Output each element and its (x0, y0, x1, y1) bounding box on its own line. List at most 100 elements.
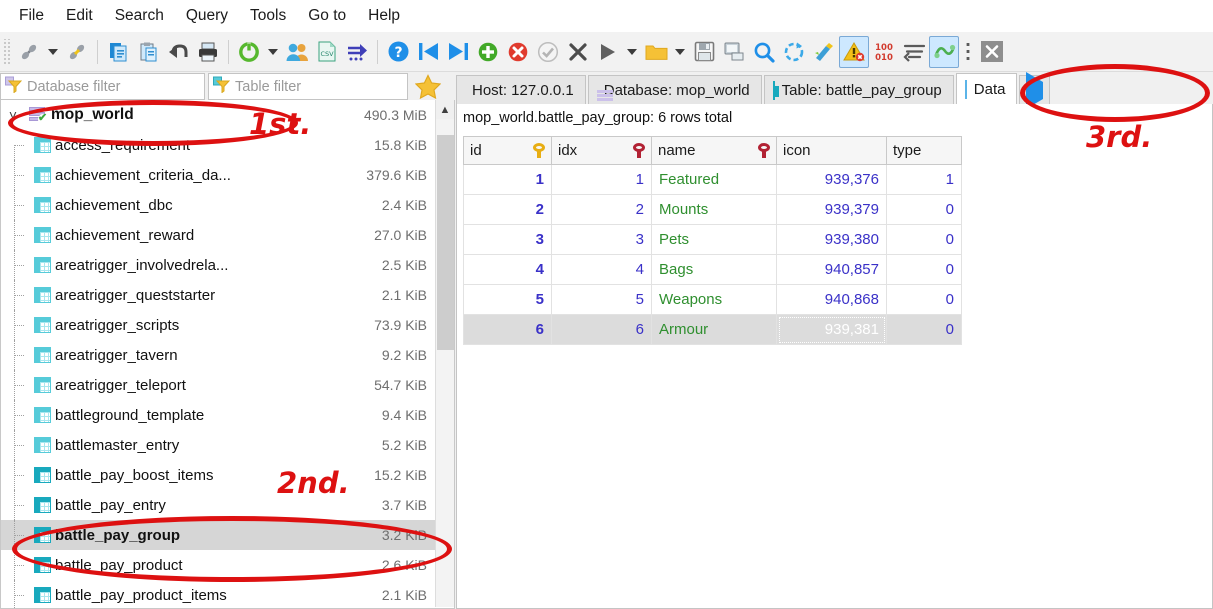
data-grid-row[interactable]: 66Armour939,3810 (464, 315, 962, 345)
connect-icon[interactable] (14, 36, 44, 68)
connect-dropdown-caret[interactable] (44, 36, 62, 68)
tab-data[interactable]: Data (956, 73, 1018, 104)
data-grid-row[interactable]: 55Weapons940,8680 (464, 285, 962, 315)
cell-name[interactable]: Bags (652, 255, 777, 285)
cell-idx[interactable]: 4 (552, 255, 652, 285)
data-grid-row[interactable]: 11Featured939,3761 (464, 165, 962, 195)
execute-dropdown-caret[interactable] (623, 36, 641, 68)
cell-id[interactable]: 2 (464, 195, 552, 225)
next-icon[interactable] (443, 36, 473, 68)
menu-item-help[interactable]: Help (357, 4, 411, 28)
previous-icon[interactable] (413, 36, 443, 68)
cell-icon[interactable]: 939,379 (777, 195, 887, 225)
cell-idx[interactable]: 5 (552, 285, 652, 315)
tree-node-table[interactable]: battle_pay_boost_items15.2 KiB (1, 460, 435, 490)
column-header-idx[interactable]: idx (552, 137, 652, 165)
tree-node-table[interactable]: achievement_reward27.0 KiB (1, 220, 435, 250)
cell-id[interactable]: 5 (464, 285, 552, 315)
open-folder-icon[interactable] (641, 36, 671, 68)
cell-icon[interactable]: 939,381 (777, 315, 887, 345)
tree-scrollbar[interactable]: ▲ (435, 100, 454, 607)
cell-icon[interactable]: 940,868 (777, 285, 887, 315)
cell-id[interactable]: 3 (464, 225, 552, 255)
save-as-icon[interactable] (719, 36, 749, 68)
save-icon[interactable] (689, 36, 719, 68)
tab-host-127-0-0-1[interactable]: Host: 127.0.0.1 (456, 75, 586, 104)
tree-node-table[interactable]: areatrigger_scripts73.9 KiB (1, 310, 435, 340)
cell-type[interactable]: 0 (887, 225, 962, 255)
paste-icon[interactable] (133, 36, 163, 68)
more-options-icon[interactable] (959, 36, 977, 68)
csv-export-icon[interactable]: CSV (312, 36, 342, 68)
cell-name[interactable]: Pets (652, 225, 777, 255)
tab-database-mop-world[interactable]: Database: mop_world (588, 75, 762, 104)
tree-node-table[interactable]: areatrigger_queststarter2.1 KiB (1, 280, 435, 310)
tree-node-table[interactable]: areatrigger_involvedrela...2.5 KiB (1, 250, 435, 280)
menu-item-file[interactable]: File (8, 4, 55, 28)
data-grid-row[interactable]: 44Bags940,8570 (464, 255, 962, 285)
execute-icon[interactable] (593, 36, 623, 68)
cell-name[interactable]: Armour (652, 315, 777, 345)
tab-table-battle-pay-group[interactable]: Table: battle_pay_group (764, 75, 954, 104)
tree-node-table[interactable]: battlemaster_entry5.2 KiB (1, 430, 435, 460)
format-sql-icon[interactable] (809, 36, 839, 68)
scrollbar-thumb[interactable] (437, 135, 454, 350)
apply-changes-icon[interactable] (533, 36, 563, 68)
tree-node-table[interactable]: areatrigger_teleport54.7 KiB (1, 370, 435, 400)
disconnect-icon[interactable] (62, 36, 92, 68)
column-header-name[interactable]: name (652, 137, 777, 165)
menu-item-goto[interactable]: Go to (297, 4, 357, 28)
menu-item-query[interactable]: Query (175, 4, 239, 28)
cell-type[interactable]: 0 (887, 255, 962, 285)
binary-icon[interactable]: 100 010 (869, 36, 899, 68)
replace-icon[interactable] (779, 36, 809, 68)
cancel-changes-icon[interactable] (563, 36, 593, 68)
cell-type[interactable]: 0 (887, 285, 962, 315)
cell-idx[interactable]: 6 (552, 315, 652, 345)
cell-type[interactable]: 0 (887, 315, 962, 345)
close-tab-icon[interactable] (977, 36, 1007, 68)
data-grid[interactable]: ididxnameicontype 11Featured939,376122Mo… (463, 136, 962, 345)
cell-icon[interactable]: 939,380 (777, 225, 887, 255)
data-grid-row[interactable]: 33Pets939,3800 (464, 225, 962, 255)
cell-type[interactable]: 1 (887, 165, 962, 195)
refresh-dropdown-caret[interactable] (264, 36, 282, 68)
column-header-type[interactable]: type (887, 137, 962, 165)
tree-node-table[interactable]: achievement_dbc2.4 KiB (1, 190, 435, 220)
users-icon[interactable] (282, 36, 312, 68)
sql-help-icon[interactable] (929, 36, 959, 68)
delete-row-icon[interactable] (503, 36, 533, 68)
tree-node-table[interactable]: areatrigger_tavern9.2 KiB (1, 340, 435, 370)
menu-item-edit[interactable]: Edit (55, 4, 104, 28)
find-icon[interactable] (749, 36, 779, 68)
data-grid-row[interactable]: 22Mounts939,3790 (464, 195, 962, 225)
cell-idx[interactable]: 2 (552, 195, 652, 225)
help-icon[interactable]: ? (383, 36, 413, 68)
cell-idx[interactable]: 1 (552, 165, 652, 195)
wordwrap-icon[interactable] (899, 36, 929, 68)
cell-name[interactable]: Mounts (652, 195, 777, 225)
cell-name[interactable]: Featured (652, 165, 777, 195)
open-folder-dropdown-caret[interactable] (671, 36, 689, 68)
import-icon[interactable] (342, 36, 372, 68)
table-filter-input[interactable]: Table filter (208, 73, 408, 100)
cell-id[interactable]: 1 (464, 165, 552, 195)
cell-idx[interactable]: 3 (552, 225, 652, 255)
refresh-icon[interactable] (234, 36, 264, 68)
print-icon[interactable] (193, 36, 223, 68)
cell-id[interactable]: 6 (464, 315, 552, 345)
copy-icon[interactable] (103, 36, 133, 68)
menu-item-tools[interactable]: Tools (239, 4, 297, 28)
toolbar-grip[interactable] (2, 39, 11, 65)
tree-node-table[interactable]: battleground_template9.4 KiB (1, 400, 435, 430)
cell-icon[interactable]: 940,857 (777, 255, 887, 285)
column-header-icon[interactable]: icon (777, 137, 887, 165)
favorites-star-icon[interactable] (408, 73, 448, 100)
menu-item-search[interactable]: Search (104, 4, 175, 28)
database-filter-input[interactable]: Database filter (0, 73, 205, 100)
cell-name[interactable]: Weapons (652, 285, 777, 315)
error-warning-icon[interactable] (839, 36, 869, 68)
insert-row-icon[interactable] (473, 36, 503, 68)
tree-node-table[interactable]: achievement_criteria_da...379.6 KiB (1, 160, 435, 190)
tree-node-table[interactable]: battle_pay_product_items2.1 KiB (1, 580, 435, 609)
